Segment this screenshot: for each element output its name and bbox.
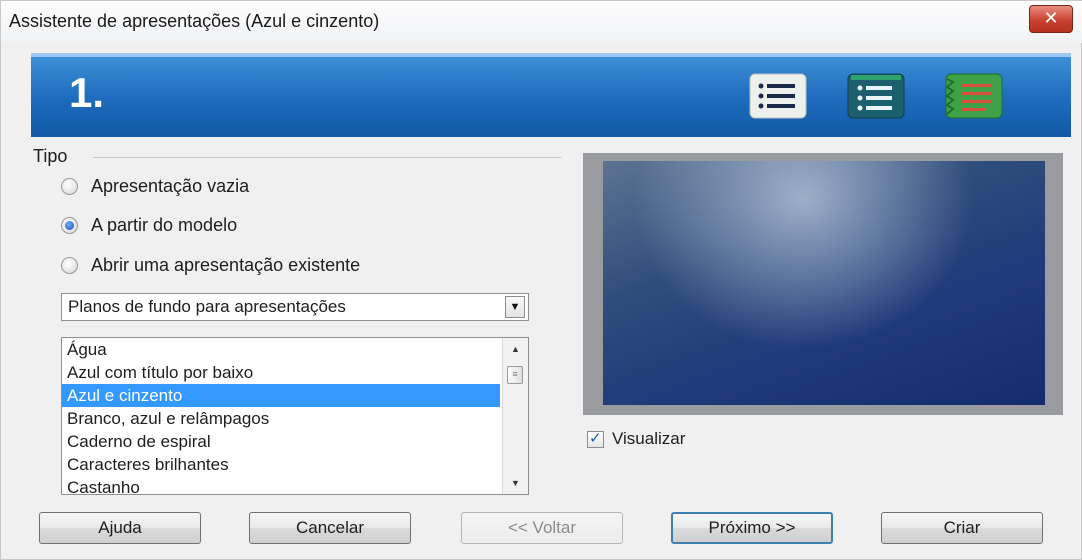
list-item[interactable]: Água bbox=[62, 338, 500, 361]
create-button[interactable]: Criar bbox=[881, 512, 1043, 544]
group-divider bbox=[93, 157, 561, 158]
list-item[interactable]: Caracteres brilhantes bbox=[62, 453, 500, 476]
list-icon-teal bbox=[847, 73, 905, 119]
presentation-wizard-window: Assistente de apresentações (Azul e cinz… bbox=[0, 0, 1082, 560]
preview-checkbox[interactable]: ✓ bbox=[587, 429, 604, 448]
scrollbar[interactable]: ▲ ≡ ▼ bbox=[502, 338, 528, 494]
radio-button[interactable] bbox=[61, 256, 78, 274]
close-button[interactable]: ✕ bbox=[1029, 5, 1073, 33]
category-dropdown[interactable]: Planos de fundo para apresentações ▼ bbox=[61, 293, 529, 321]
radio-open-existing[interactable]: Abrir uma apresentação existente bbox=[61, 252, 360, 278]
preview-checkbox-label: Visualizar bbox=[612, 429, 686, 448]
radio-button[interactable] bbox=[61, 177, 78, 195]
list-icon bbox=[749, 73, 807, 119]
list-icon-green bbox=[945, 73, 1003, 119]
list-item[interactable]: Branco, azul e relâmpagos bbox=[62, 407, 500, 430]
scroll-up-icon[interactable]: ▲ bbox=[503, 340, 528, 358]
window-title: Assistente de apresentações (Azul e cinz… bbox=[9, 11, 380, 31]
preview-toggle[interactable]: ✓ Visualizar bbox=[587, 427, 685, 451]
help-button[interactable]: Ajuda bbox=[39, 512, 201, 544]
preview-frame bbox=[583, 153, 1063, 415]
chevron-down-icon[interactable]: ▼ bbox=[505, 296, 525, 318]
scroll-down-icon[interactable]: ▼ bbox=[503, 474, 528, 492]
template-preview-image bbox=[603, 161, 1045, 405]
radio-label: Abrir uma apresentação existente bbox=[91, 254, 361, 275]
radio-empty-presentation[interactable]: Apresentação vazia bbox=[61, 173, 249, 199]
radio-label: Apresentação vazia bbox=[91, 175, 250, 196]
radio-label: A partir do modelo bbox=[91, 214, 238, 235]
list-item[interactable]: Azul com título por baixo bbox=[62, 361, 500, 384]
radio-button-checked[interactable] bbox=[61, 216, 78, 234]
template-list-items: Água Azul com título por baixo Azul e cinz… bbox=[62, 338, 500, 494]
cancel-button[interactable]: Cancelar bbox=[249, 512, 411, 544]
back-button[interactable]: << Voltar bbox=[461, 512, 623, 544]
list-item-selected[interactable]: Azul e cinzento bbox=[62, 384, 500, 407]
title-bar: Assistente de apresentações (Azul e cinz… bbox=[1, 1, 1082, 43]
category-dropdown-value: Planos de fundo para apresentações bbox=[68, 297, 346, 316]
step-banner: 1. bbox=[31, 53, 1071, 137]
template-list[interactable]: Água Azul com título por baixo Azul e cinz… bbox=[61, 337, 529, 495]
checkmark-icon: ✓ bbox=[589, 429, 602, 447]
list-item[interactable]: Castanho bbox=[62, 476, 500, 494]
step-number: 1. bbox=[69, 69, 105, 116]
next-button[interactable]: Próximo >> bbox=[671, 512, 833, 544]
type-group-label: Tipo bbox=[33, 146, 68, 166]
list-item[interactable]: Caderno de espiral bbox=[62, 430, 500, 453]
radio-from-template[interactable]: A partir do modelo bbox=[61, 212, 237, 238]
scroll-thumb[interactable]: ≡ bbox=[507, 366, 523, 384]
